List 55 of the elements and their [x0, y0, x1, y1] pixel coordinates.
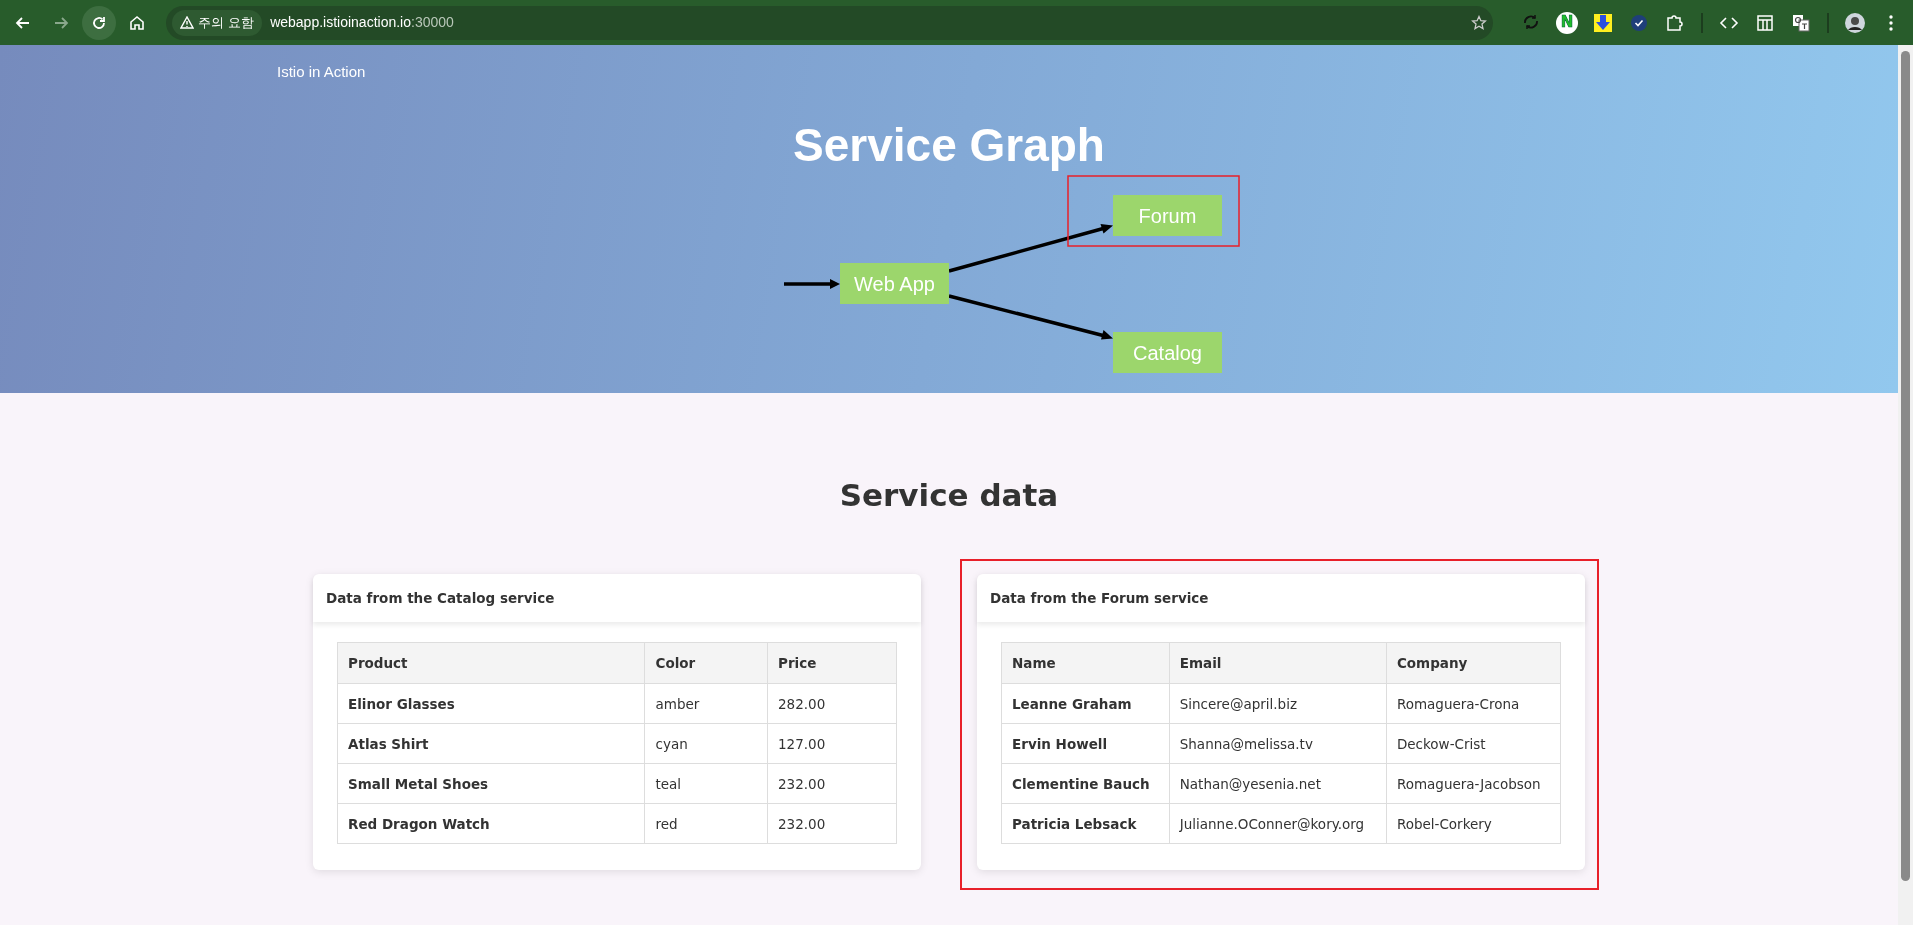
- table-cell: Small Metal Shoes: [337, 763, 645, 804]
- scrollbar[interactable]: [1898, 45, 1913, 925]
- table-cell: Leanne Graham: [1001, 683, 1170, 724]
- table-cell: 232.00: [767, 763, 897, 804]
- column-header: Email: [1169, 642, 1387, 684]
- table-cell: Romaguera-Crona: [1386, 683, 1561, 724]
- table-cell: Sincere@april.biz: [1169, 683, 1387, 724]
- puzzle-icon[interactable]: [1665, 12, 1685, 33]
- table-cell: Robel-Corkery: [1386, 803, 1561, 844]
- table-cell: Romaguera-Jacobson: [1386, 763, 1561, 804]
- security-warning-chip[interactable]: 주의 요함: [172, 9, 263, 36]
- table-cell: red: [645, 803, 768, 844]
- download-arrow-icon[interactable]: [1593, 12, 1613, 33]
- table-cell: Red Dragon Watch: [337, 803, 645, 844]
- table-cell: 127.00: [767, 723, 897, 764]
- table-cell: Patricia Lebsack: [1001, 803, 1170, 844]
- address-bar[interactable]: 주의 요함 webapp.istioinaction.io:30000: [166, 5, 1493, 40]
- forward-arrow-icon: [53, 14, 69, 31]
- column-header: Product: [337, 642, 645, 684]
- table-cell: Deckow-Crist: [1386, 723, 1561, 764]
- arrow: [784, 279, 840, 290]
- table-cell: Shanna@melissa.tv: [1169, 723, 1387, 764]
- column-header: Color: [645, 642, 768, 684]
- table-cell: amber: [645, 683, 768, 724]
- reload-icon: [91, 14, 107, 31]
- table-cell: Julianne.OConner@kory.org: [1169, 803, 1387, 844]
- home-icon: [129, 14, 145, 31]
- column-header: Name: [1001, 642, 1170, 684]
- service-node: Forum: [1113, 195, 1222, 237]
- table-cell: Atlas Shirt: [337, 723, 645, 764]
- service-node: Web App: [840, 263, 949, 305]
- card-header: Data from the Catalog service: [313, 574, 921, 623]
- back-arrow-icon: [15, 14, 31, 31]
- layout-icon[interactable]: [1755, 12, 1775, 33]
- table-cell: Nathan@yesenia.net: [1169, 763, 1387, 804]
- section-title: Service data: [838, 477, 1060, 515]
- card-header: Data from the Forum service: [977, 574, 1585, 623]
- table-cell: 282.00: [767, 683, 897, 724]
- url-text: webapp.istioinaction.io:30000: [270, 13, 454, 32]
- table-cell: teal: [645, 763, 768, 804]
- column-header: Price: [767, 642, 897, 684]
- table-cell: Elinor Glasses: [337, 683, 645, 724]
- check-badge-icon[interactable]: [1629, 12, 1649, 33]
- service-node: Catalog: [1113, 332, 1222, 374]
- bookmark-star-icon[interactable]: [1471, 14, 1487, 31]
- translate-icon[interactable]: [1791, 12, 1811, 33]
- reload-button[interactable]: [82, 5, 116, 40]
- table-cell: 232.00: [767, 803, 897, 844]
- table-cell: Ervin Howell: [1001, 723, 1170, 764]
- page-title: Service Graph: [792, 119, 1106, 171]
- table-cell: Clementine Bauch: [1001, 763, 1170, 804]
- table-cell: cyan: [645, 723, 768, 764]
- avatar-icon[interactable]: [1845, 12, 1865, 33]
- column-header: Company: [1386, 642, 1561, 684]
- warning-icon: [180, 16, 194, 29]
